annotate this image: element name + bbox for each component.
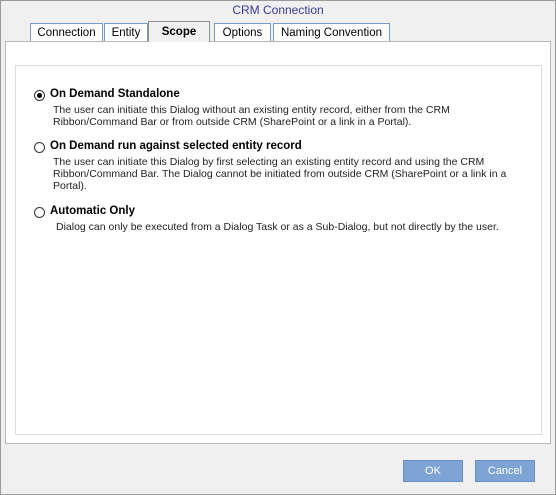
radio-automatic-only[interactable] xyxy=(34,207,45,218)
radio-on-demand-selected-record[interactable] xyxy=(34,142,45,153)
option-description: The user can initiate this Dialog by fir… xyxy=(53,156,507,192)
tab-scope[interactable]: Scope xyxy=(148,21,210,42)
scope-options-group: On Demand Standalone The user can initia… xyxy=(15,65,542,435)
option-description: Dialog can only be executed from a Dialo… xyxy=(56,221,499,233)
option-label[interactable]: Automatic Only xyxy=(50,205,135,217)
option-label[interactable]: On Demand run against selected entity re… xyxy=(50,140,302,152)
tab-options[interactable]: Options xyxy=(214,23,271,41)
ok-button[interactable]: OK xyxy=(403,460,463,482)
option-description: The user can initiate this Dialog withou… xyxy=(53,104,450,128)
window-title: CRM Connection xyxy=(232,3,324,17)
tab-naming-convention[interactable]: Naming Convention xyxy=(273,23,390,41)
tab-connection[interactable]: Connection xyxy=(30,23,103,41)
tab-strip: Connection Entity Scope Options Naming C… xyxy=(0,21,556,43)
tab-entity[interactable]: Entity xyxy=(104,23,148,41)
cancel-button[interactable]: Cancel xyxy=(475,460,535,482)
scope-panel: On Demand Standalone The user can initia… xyxy=(5,41,551,444)
option-label[interactable]: On Demand Standalone xyxy=(50,88,180,100)
radio-on-demand-standalone[interactable] xyxy=(34,90,45,101)
